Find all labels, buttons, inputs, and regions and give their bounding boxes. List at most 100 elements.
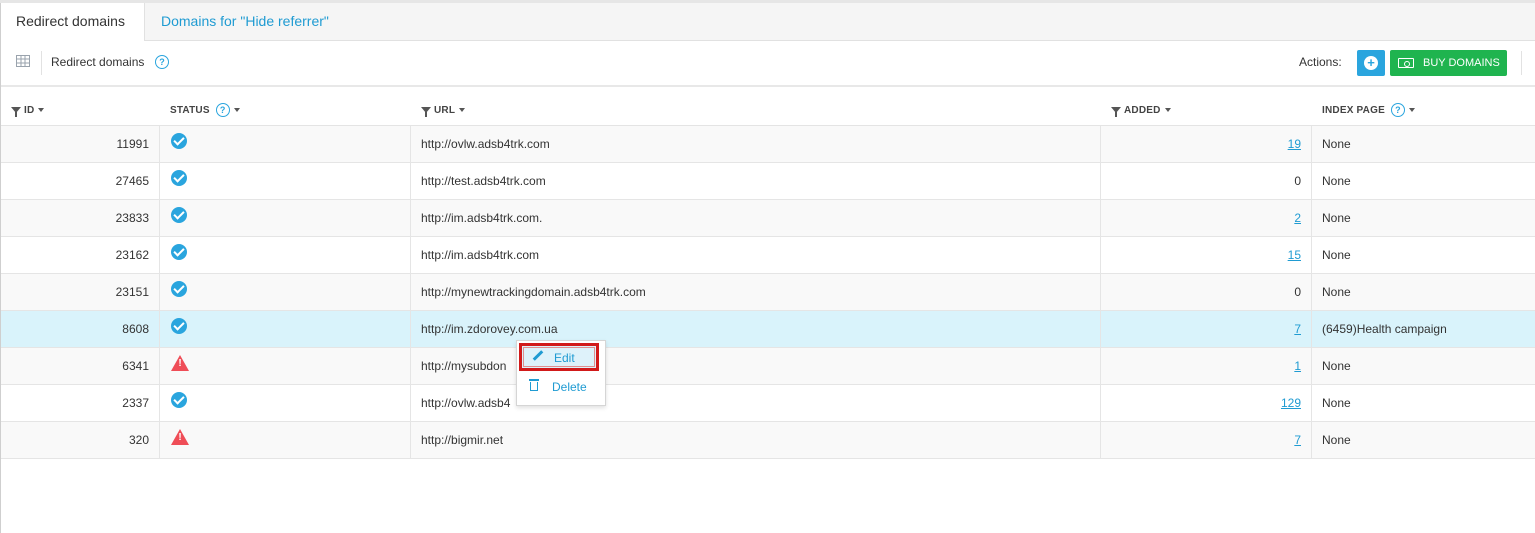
column-label: ID	[24, 105, 35, 116]
cell-status	[171, 237, 187, 273]
cell-status	[171, 163, 187, 199]
column-divider	[410, 200, 411, 236]
column-divider	[159, 311, 160, 347]
cell-id: 11991	[116, 137, 149, 151]
column-divider	[410, 126, 411, 162]
column-header-added[interactable]: ADDED	[1111, 97, 1171, 125]
cell-status	[171, 274, 187, 310]
toolbar: Redirect domains ? Actions: + BUY DOMAIN…	[1, 41, 1535, 87]
cell-added: 0	[1101, 163, 1301, 199]
delete-label: Delete	[552, 380, 587, 394]
cell-added: 0	[1101, 274, 1301, 310]
column-divider	[410, 348, 411, 384]
sort-caret-icon[interactable]	[1408, 108, 1415, 113]
filter-icon[interactable]	[1111, 107, 1121, 118]
tab-hide-referrer-domains[interactable]: Domains for "Hide referrer"	[161, 3, 329, 40]
sort-caret-icon[interactable]	[459, 108, 466, 113]
column-divider	[410, 237, 411, 273]
column-divider	[159, 237, 160, 273]
column-divider	[159, 274, 160, 310]
buy-domains-label: BUY DOMAINS	[1423, 57, 1500, 69]
context-menu-delete[interactable]: Delete	[517, 373, 605, 403]
add-domain-button[interactable]: +	[1357, 50, 1385, 76]
column-header-id[interactable]: ID	[11, 97, 45, 125]
added-count-link[interactable]: 1	[1294, 359, 1301, 373]
added-count: 0	[1294, 285, 1301, 299]
check-circle-icon	[171, 280, 187, 297]
column-label: URL	[434, 105, 456, 116]
table-row[interactable]: 23151 http://mynewtrackingdomain.adsb4trk…	[1, 274, 1535, 311]
cell-id: 23162	[115, 248, 149, 262]
cell-url: http://im.adsb4trk.com.	[421, 211, 543, 225]
added-count-link[interactable]: 129	[1281, 396, 1301, 410]
added-count-link[interactable]: 15	[1288, 248, 1301, 262]
context-menu-edit[interactable]: Edit	[519, 343, 599, 371]
cell-index-page: (6459)Health campaign	[1322, 322, 1447, 336]
column-divider	[1311, 422, 1312, 458]
check-circle-icon	[171, 169, 187, 186]
check-circle-icon	[171, 206, 187, 223]
tab-bar: Redirect domains Domains for "Hide refer…	[1, 3, 1535, 41]
table-row[interactable]: 23833 http://im.adsb4trk.com. 2 None	[1, 200, 1535, 237]
table-row[interactable]: 8608 http://im.zdorovey.com.ua 7 (6459)Heal…	[1, 311, 1535, 348]
check-circle-icon	[171, 391, 187, 408]
column-header-url[interactable]: URL	[421, 97, 466, 125]
sort-caret-icon[interactable]	[38, 108, 45, 113]
cell-status	[171, 200, 187, 236]
column-divider	[1311, 385, 1312, 421]
column-label: INDEX PAGE	[1322, 105, 1385, 116]
cell-status: !	[171, 422, 189, 458]
added-count-link[interactable]: 19	[1288, 137, 1301, 151]
cell-added: 7	[1101, 311, 1301, 347]
table-row[interactable]: 320! http://bigmir.net 7 None	[1, 422, 1535, 459]
added-count-link[interactable]: 7	[1294, 322, 1301, 336]
sort-caret-icon[interactable]	[233, 108, 240, 113]
warning-triangle-icon: !	[171, 428, 189, 445]
column-divider	[159, 126, 160, 162]
actions-label: Actions:	[1299, 55, 1342, 69]
cell-added: 7	[1101, 422, 1301, 458]
help-icon[interactable]: ?	[215, 103, 230, 118]
column-header-status[interactable]: STATUS ?	[170, 97, 240, 125]
sort-caret-icon[interactable]	[1164, 108, 1171, 113]
grid-icon[interactable]	[16, 55, 30, 67]
filter-icon[interactable]	[11, 107, 21, 118]
column-divider	[410, 422, 411, 458]
table-row[interactable]: 11991 http://ovlw.adsb4trk.com 19 None	[1, 126, 1535, 163]
column-header-index-page[interactable]: INDEX PAGE ?	[1322, 97, 1415, 125]
help-icon[interactable]: ?	[155, 55, 169, 69]
cell-index-page: None	[1322, 396, 1351, 410]
cell-url: http://mynewtrackingdomain.adsb4trk.com	[421, 285, 646, 299]
added-count-link[interactable]: 2	[1294, 211, 1301, 225]
cell-added: 2	[1101, 200, 1301, 236]
cell-added: 15	[1101, 237, 1301, 273]
added-count: 0	[1294, 174, 1301, 188]
cell-status	[171, 126, 187, 162]
cell-id: 2337	[122, 396, 149, 410]
tab-redirect-domains[interactable]: Redirect domains	[1, 3, 145, 41]
check-circle-icon	[171, 243, 187, 260]
column-divider	[1311, 348, 1312, 384]
cell-url: http://mysubdon	[421, 359, 507, 373]
cell-status	[171, 311, 187, 347]
added-count-link[interactable]: 7	[1294, 433, 1301, 447]
column-divider	[159, 348, 160, 384]
cell-id: 27465	[115, 174, 149, 188]
column-divider	[159, 385, 160, 421]
table-row[interactable]: 23162 http://im.adsb4trk.com 15 None	[1, 237, 1535, 274]
column-divider	[1311, 200, 1312, 236]
buy-domains-button[interactable]: BUY DOMAINS	[1390, 50, 1507, 76]
cell-status	[171, 385, 187, 421]
column-divider	[1311, 274, 1312, 310]
trash-icon	[529, 379, 539, 391]
cell-index-page: None	[1322, 433, 1351, 447]
check-circle-icon	[171, 317, 187, 334]
help-icon[interactable]: ?	[1390, 103, 1405, 118]
table-row[interactable]: 2337 http://ovlw.adsb4 129 None	[1, 385, 1535, 422]
table-row[interactable]: 6341! http://mysubdon 1 None	[1, 348, 1535, 385]
table-row[interactable]: 27465 http://test.adsb4trk.com 0 None	[1, 163, 1535, 200]
filter-icon[interactable]	[421, 107, 431, 118]
plus-circle-icon: +	[1364, 56, 1378, 70]
cell-added: 1	[1101, 348, 1301, 384]
toolbar-title: Redirect domains	[51, 55, 145, 69]
